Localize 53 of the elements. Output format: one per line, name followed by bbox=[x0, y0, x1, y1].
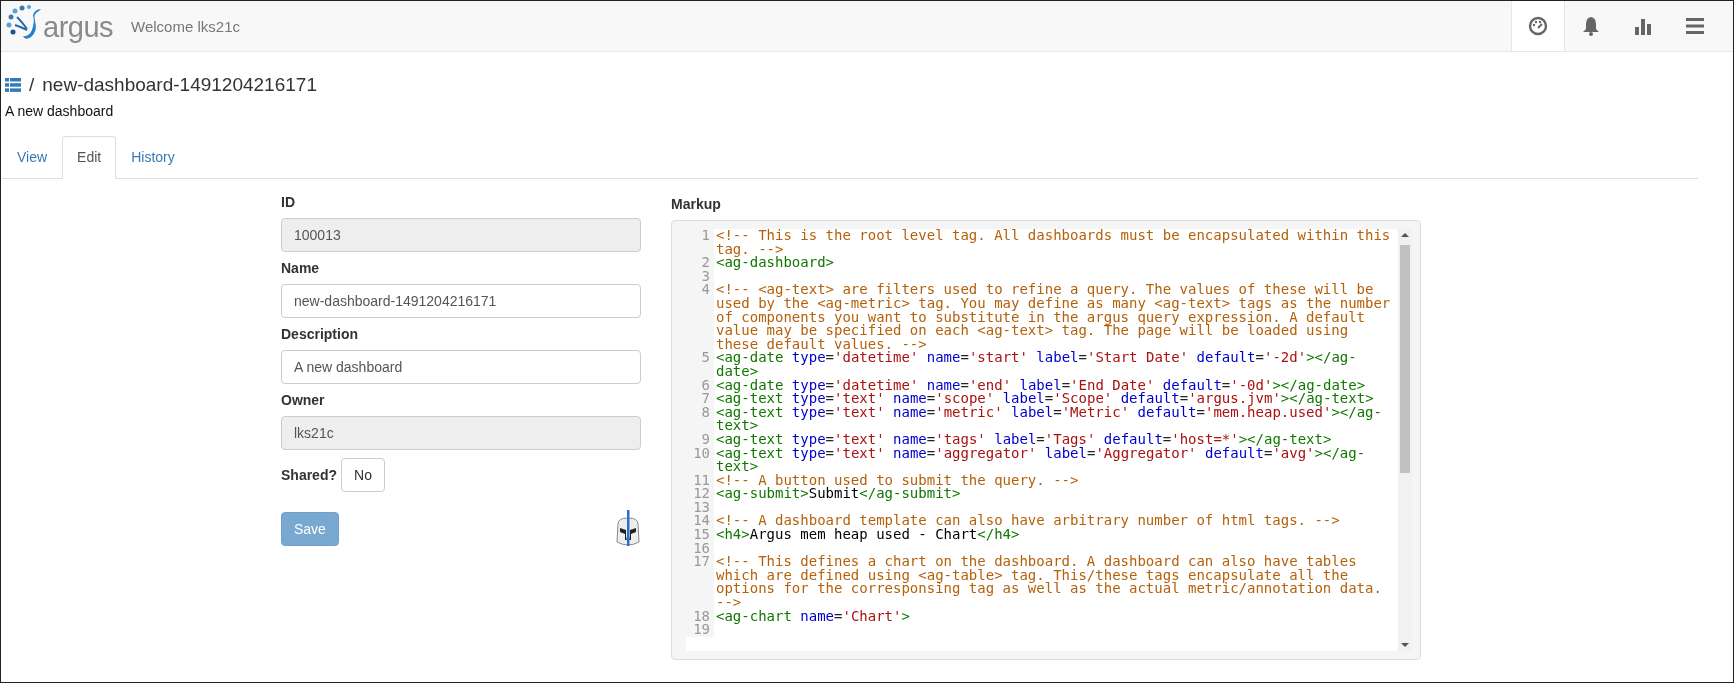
code-line: <ag-text type='text' name='aggregator' label='Aggregator' default='avg'></ag-text> bbox=[715, 446, 1367, 474]
helmet-icon bbox=[615, 510, 641, 548]
line-number: 19 bbox=[686, 623, 714, 637]
code-line: <ag-text type='text' name='tags' label='Tags' default='host=*'></ag-text> bbox=[715, 432, 1333, 447]
line-number: 5 bbox=[686, 351, 714, 379]
line-number: 4 bbox=[686, 283, 714, 352]
line-number: 14 bbox=[686, 514, 714, 529]
input-field[interactable]: new-dashboard-1491204216171 bbox=[281, 284, 641, 318]
input-field[interactable]: 100013 bbox=[281, 218, 641, 252]
breadcrumb-separator: / bbox=[29, 74, 35, 96]
field-label: Shared? bbox=[281, 467, 337, 483]
field-label: Owner bbox=[281, 392, 326, 408]
welcome-text: Welcome lks21c bbox=[131, 17, 240, 35]
input-field[interactable]: lks21c bbox=[281, 416, 641, 450]
scrollbar[interactable] bbox=[1398, 229, 1412, 651]
code-line: <ag-dashboard> bbox=[715, 256, 835, 270]
tab[interactable]: Edit bbox=[62, 136, 117, 179]
dashboard-description: A new dashboard bbox=[5, 103, 115, 119]
code-editor[interactable] bbox=[671, 220, 1421, 660]
code-line: <!-- A dashboard template can also have arbitrary number of html tags. --> bbox=[715, 514, 1341, 529]
gauge-icon bbox=[1528, 16, 1548, 36]
code-line: <ag-text type='text' name='scope' label='Scope' default='argus.jvm'></ag-text> bbox=[715, 392, 1374, 406]
tab[interactable]: View bbox=[2, 136, 63, 179]
bar-chart-icon bbox=[1634, 17, 1652, 35]
line-number: 12 bbox=[686, 487, 714, 501]
code-line: <ag-submit>Submit</ag-submit> bbox=[715, 487, 962, 501]
code-line: <h4>Argus mem heap used - Chart</h4> bbox=[715, 528, 1021, 542]
code-line: <ag-chart name='Chart'> bbox=[715, 609, 911, 624]
code-line: <!-- This is the root level tag. All dashboards must be encapsulated within this tag. --> bbox=[715, 229, 1392, 257]
menu-icon bbox=[1686, 18, 1704, 34]
line-number: 2 bbox=[686, 256, 714, 270]
line-number: 15 bbox=[686, 528, 714, 542]
field-label: Name bbox=[281, 260, 321, 276]
bell-icon bbox=[1582, 16, 1600, 36]
code-line: <!-- This defines a chart on the dashboard. A dashboard can also have tables which are defined using <ag-table> tag. This/these tags encapsulate all the options for the corresponsing tag as well as the actual metric/annotation data. --> bbox=[715, 555, 1383, 610]
shared-toggle-button[interactable]: No bbox=[341, 458, 385, 492]
code-line: <ag-date type='datetime' name='end' label='End Date' default='-0d'></ag-date> bbox=[715, 378, 1366, 393]
code-line: <ag-date type='datetime' name='start' label='Start Date' default='-2d'></ag-date> bbox=[715, 351, 1358, 379]
dashboard-title: new-dashboard-1491204216171 bbox=[42, 74, 317, 96]
code-line: <!-- A button used to submit the query. --> bbox=[715, 473, 1080, 488]
tab[interactable]: History bbox=[116, 136, 190, 179]
line-number: 1 bbox=[686, 229, 714, 257]
field-label: Description bbox=[281, 326, 359, 342]
line-number: 17 bbox=[686, 555, 714, 610]
input-field[interactable]: A new dashboard bbox=[281, 350, 641, 384]
line-number: 8 bbox=[686, 405, 714, 433]
field-label: ID bbox=[281, 194, 296, 210]
nav-button[interactable] bbox=[1511, 1, 1565, 51]
line-number: 10 bbox=[686, 446, 714, 474]
list-icon[interactable] bbox=[5, 78, 21, 92]
code-line: <!-- <ag-text> are filters used to refine a query. The values of these will be used by the <ag-metric> tag. You may define as many <ag-text> tags as the number of components you want to substitute in the argus query expression. A default value may be specified on each <ag-text> tag. The page will be loaded using these default values. --> bbox=[715, 283, 1392, 352]
line-number: 7 bbox=[686, 392, 714, 406]
markup-label: Markup bbox=[671, 196, 722, 212]
